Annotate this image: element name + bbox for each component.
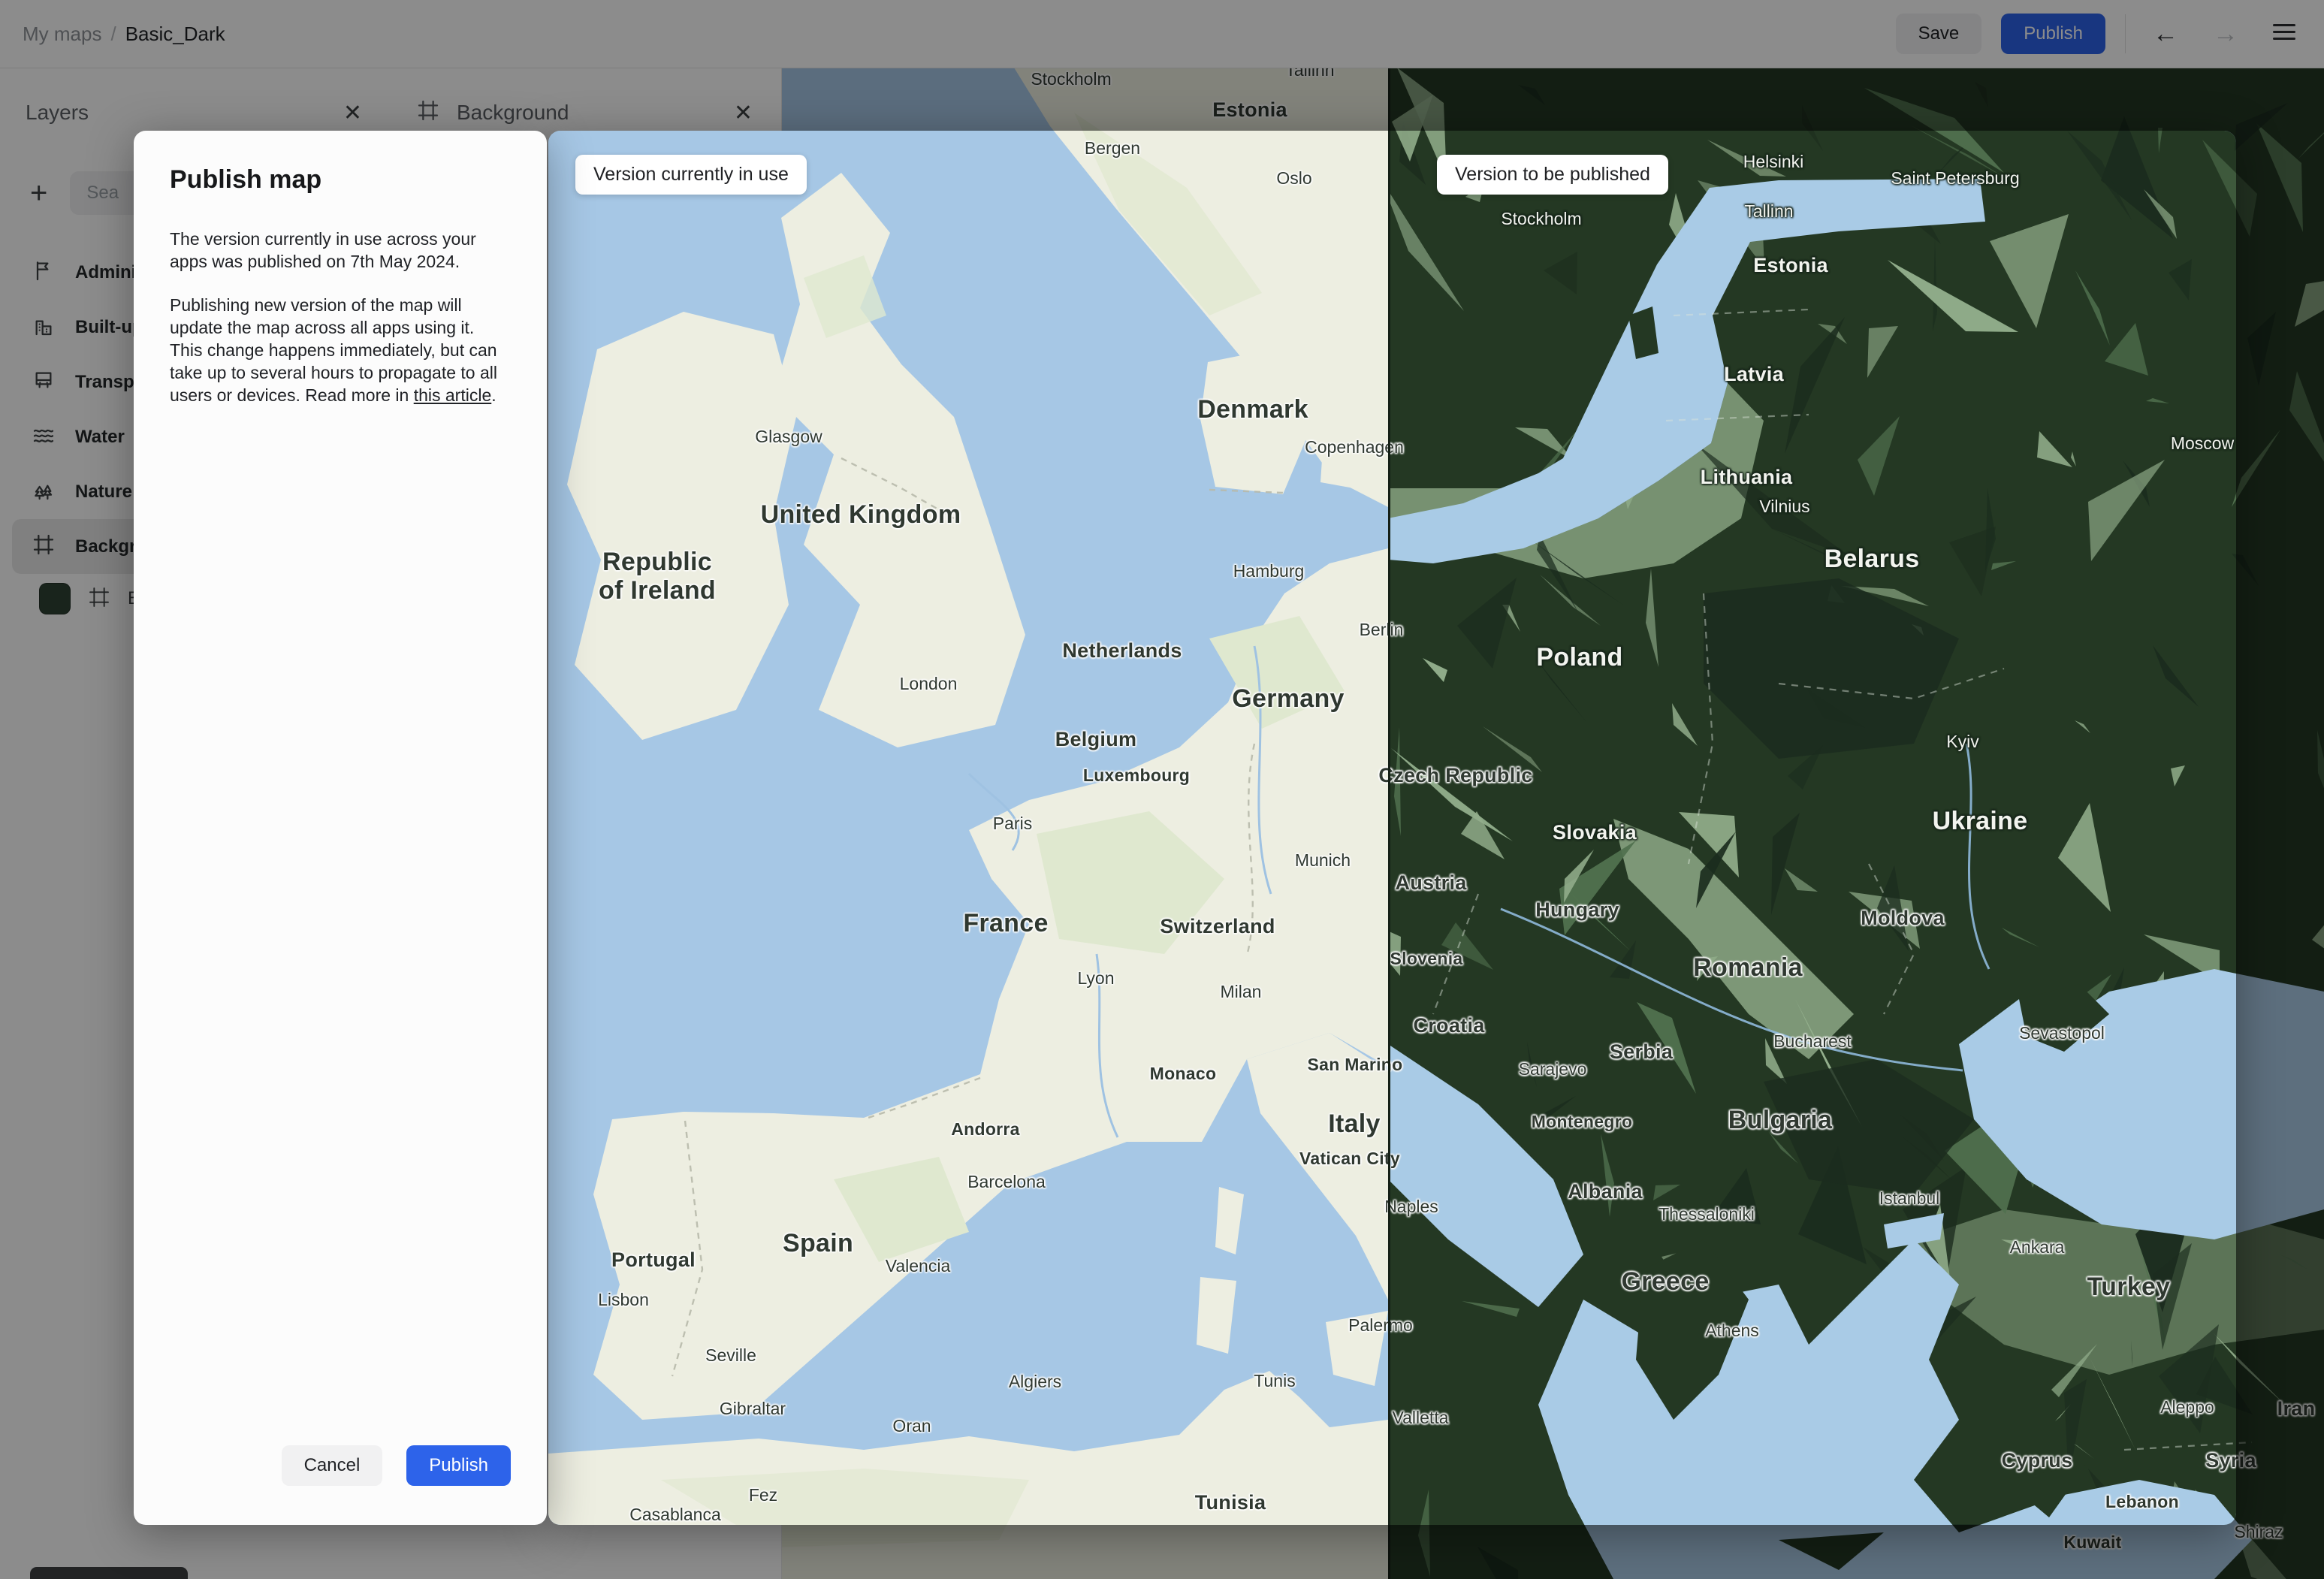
publish-button-modal[interactable]: Publish	[406, 1445, 511, 1486]
modal-paragraph-2: Publishing new version of the map will u…	[170, 295, 498, 405]
modal-title: Publish map	[170, 165, 322, 194]
publish-modal: Publish map The version currently in use…	[134, 131, 547, 1525]
compare-divider	[1388, 131, 1390, 1525]
compare-light-map	[548, 131, 1388, 1525]
current-version-chip: Version currently in use	[575, 155, 807, 195]
app-root: StockholmTallinnEstoniaBergenOsloGlasgow…	[0, 0, 2324, 1579]
modal-paragraph-1: The version currently in use across your…	[170, 229, 476, 271]
new-version-chip: Version to be published	[1437, 155, 1668, 195]
compare-dark-map	[1388, 131, 2236, 1525]
cancel-button[interactable]: Cancel	[281, 1445, 383, 1486]
publish-compare-window[interactable]: StockholmTallinnEstoniaBergenOsloGlasgow…	[548, 131, 2236, 1525]
this-article-link[interactable]: this article	[414, 385, 492, 405]
